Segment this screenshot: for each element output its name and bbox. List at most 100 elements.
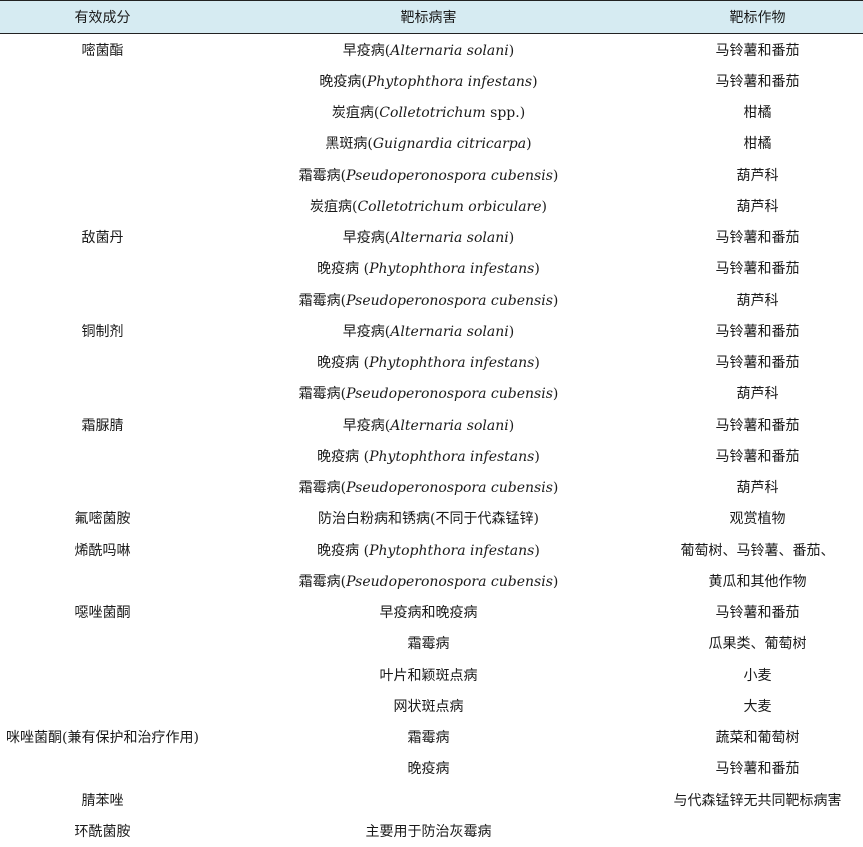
disease-cell: 网状斑点病 xyxy=(205,696,652,716)
pathogen-latin-name: Alternaria solani xyxy=(390,417,509,434)
disease-suffix: ) xyxy=(541,198,547,215)
disease-name: 晚疫病 ( xyxy=(317,355,370,372)
table-row: 霜脲腈 早疫病(Alternaria solani) 马铃薯和番茄 xyxy=(0,409,863,440)
disease-cell: 黑斑病(Guignardia citricarpa) xyxy=(205,133,652,153)
disease-name: 早疫病( xyxy=(342,42,391,59)
pathogen-latin-name: Pseudoperonospora cubensis xyxy=(346,386,553,403)
disease-cell: 早疫病(Alternaria solani) xyxy=(205,321,652,341)
disease-cell: 晚疫病 (Phytophthora infestans) xyxy=(205,540,652,560)
ingredient-cell: 烯酰吗啉 xyxy=(74,542,131,559)
disease-name: 黑斑病( xyxy=(325,136,373,153)
table-row: 黑斑病(Guignardia citricarpa) 柑橘 xyxy=(0,128,863,159)
table-row: 炭疽病(Colletotrichum spp.) 柑橘 xyxy=(0,97,863,128)
crop-cell: 马铃薯和番茄 xyxy=(715,448,800,465)
disease-suffix: ) xyxy=(534,448,540,465)
disease-cell: 防治白粉病和锈病(不同于代森锰锌) xyxy=(205,508,652,528)
table-row: 晚疫病(Phytophthora infestans) 马铃薯和番茄 xyxy=(0,65,863,96)
disease-name: 霜霉病( xyxy=(298,480,347,497)
disease-suffix: spp.) xyxy=(485,105,526,122)
table-row: 环酰菌胺 主要用于防治灰霉病 xyxy=(0,815,863,846)
table-row: 腈苯唑 与代森锰锌无共同靶标病害 xyxy=(0,784,863,815)
disease-name: 晚疫病 ( xyxy=(317,261,370,278)
crop-cell: 马铃薯和番茄 xyxy=(715,42,800,59)
ingredient-cell: 霜脲腈 xyxy=(81,417,124,434)
pathogen-latin-name: Colletotrichum orbiculare xyxy=(357,198,542,215)
crop-cell: 瓜果类、葡萄树 xyxy=(708,636,807,653)
table-row: 铜制剂 早疫病(Alternaria solani) 马铃薯和番茄 xyxy=(0,315,863,346)
crop-cell: 观赏植物 xyxy=(729,511,786,528)
crop-cell: 小麦 xyxy=(743,667,772,684)
table-row: 炭疽病(Colletotrichum orbiculare) 葫芦科 xyxy=(0,190,863,221)
crop-cell: 马铃薯和番茄 xyxy=(715,605,800,622)
pathogen-latin-name: Phytophthora infestans xyxy=(369,355,535,372)
table-row: 网状斑点病 大麦 xyxy=(0,690,863,721)
disease-cell: 晚疫病 (Phytophthora infestans) xyxy=(205,352,652,372)
disease-name: 霜霉病( xyxy=(298,573,347,590)
crop-cell: 蔬菜和葡萄树 xyxy=(715,730,800,747)
crop-cell: 葡萄树、马铃薯、番茄、 xyxy=(680,542,835,559)
table-row: 霜霉病 瓜果类、葡萄树 xyxy=(0,628,863,659)
disease-suffix: ) xyxy=(552,167,559,184)
header-target-disease: 靶标病害 xyxy=(400,10,457,26)
disease-cell: 炭疽病(Colletotrichum orbiculare) xyxy=(205,196,652,216)
disease-suffix: ) xyxy=(526,136,532,153)
disease-cell: 晚疫病 (Phytophthora infestans) xyxy=(205,446,652,466)
pathogen-latin-name: Phytophthora infestans xyxy=(369,261,535,278)
pathogen-latin-name: Pseudoperonospora cubensis xyxy=(346,480,553,497)
disease-cell: 晚疫病(Phytophthora infestans) xyxy=(205,71,652,91)
crop-cell: 黄瓜和其他作物 xyxy=(708,573,807,590)
ingredient-cell: 嘧菌酯 xyxy=(81,42,124,59)
disease-cell: 晚疫病 xyxy=(205,758,652,778)
crop-cell: 马铃薯和番茄 xyxy=(715,323,800,340)
pathogen-latin-name: Phytophthora infestans xyxy=(369,542,535,559)
ingredient-cell: 环酰菌胺 xyxy=(74,823,131,840)
disease-suffix: ) xyxy=(552,386,559,403)
crop-cell: 马铃薯和番茄 xyxy=(715,73,800,90)
disease-cell: 霜霉病 xyxy=(205,633,652,653)
table-row: 晚疫病 马铃薯和番茄 xyxy=(0,753,863,784)
disease-name: 早疫病( xyxy=(342,323,391,340)
table-body: 嘧菌酯 早疫病(Alternaria solani) 马铃薯和番茄 晚疫病(Phyto… xyxy=(0,34,863,847)
disease-name: 炭疽病( xyxy=(331,105,380,122)
disease-name: 防治白粉病和锈病(不同于代森锰锌) xyxy=(318,511,539,528)
table-row: 叶片和颖斑点病 小麦 xyxy=(0,659,863,690)
table-row: 噁唑菌酮 早疫病和晚疫病 马铃薯和番茄 xyxy=(0,597,863,628)
disease-cell: 霜霉病(Pseudoperonospora cubensis) xyxy=(205,290,652,310)
disease-cell: 霜霉病 xyxy=(205,727,652,747)
disease-cell: 早疫病(Alternaria solani) xyxy=(205,227,652,247)
table-row: 氟嘧菌胺 防治白粉病和锈病(不同于代森锰锌) 观赏植物 xyxy=(0,503,863,534)
disease-name: 网状斑点病 xyxy=(393,698,464,715)
crop-cell: 马铃薯和番茄 xyxy=(715,417,800,434)
disease-name: 晚疫病 ( xyxy=(317,448,370,465)
disease-name: 霜霉病( xyxy=(298,292,347,309)
pathogen-latin-name: Guignardia citricarpa xyxy=(372,136,527,153)
table-row: 霜霉病(Pseudoperonospora cubensis) 黄瓜和其他作物 xyxy=(0,565,863,596)
table-row: 霜霉病(Pseudoperonospora cubensis) 葫芦科 xyxy=(0,472,863,503)
disease-name: 早疫病( xyxy=(342,417,391,434)
table-header: 有效成分 靶标病害 靶标作物 xyxy=(0,0,863,34)
table-row: 咪唑菌酮(兼有保护和治疗作用) 霜霉病 蔬菜和葡萄树 xyxy=(0,722,863,753)
disease-name: 霜霉病 xyxy=(407,636,450,653)
crop-cell: 葫芦科 xyxy=(736,480,779,497)
crop-cell: 葫芦科 xyxy=(736,198,779,215)
crop-cell: 葫芦科 xyxy=(736,292,779,309)
table-row: 敌菌丹 早疫病(Alternaria solani) 马铃薯和番茄 xyxy=(0,222,863,253)
table-row: 晚疫病 (Phytophthora infestans) 马铃薯和番茄 xyxy=(0,440,863,471)
header-target-crop: 靶标作物 xyxy=(729,10,786,26)
disease-name: 主要用于防治灰霉病 xyxy=(365,823,492,840)
disease-cell: 叶片和颖斑点病 xyxy=(205,665,652,685)
crop-cell: 与代森锰锌无共同靶标病害 xyxy=(673,792,842,809)
table-row: 嘧菌酯 早疫病(Alternaria solani) 马铃薯和番茄 xyxy=(0,34,863,65)
crop-cell: 马铃薯和番茄 xyxy=(715,261,800,278)
disease-suffix: ) xyxy=(552,573,559,590)
disease-cell: 霜霉病(Pseudoperonospora cubensis) xyxy=(205,477,652,497)
disease-name: 炭疽病( xyxy=(310,198,358,215)
disease-cell: 主要用于防治灰霉病 xyxy=(205,821,652,841)
disease-name: 霜霉病 xyxy=(407,730,450,747)
disease-name: 早疫病和晚疫病 xyxy=(379,605,478,622)
table-row: 晚疫病 (Phytophthora infestans) 马铃薯和番茄 xyxy=(0,253,863,284)
disease-suffix: ) xyxy=(508,42,515,59)
disease-name: 叶片和颖斑点病 xyxy=(379,667,478,684)
disease-suffix: ) xyxy=(534,355,540,372)
ingredient-cell: 腈苯唑 xyxy=(81,792,124,809)
